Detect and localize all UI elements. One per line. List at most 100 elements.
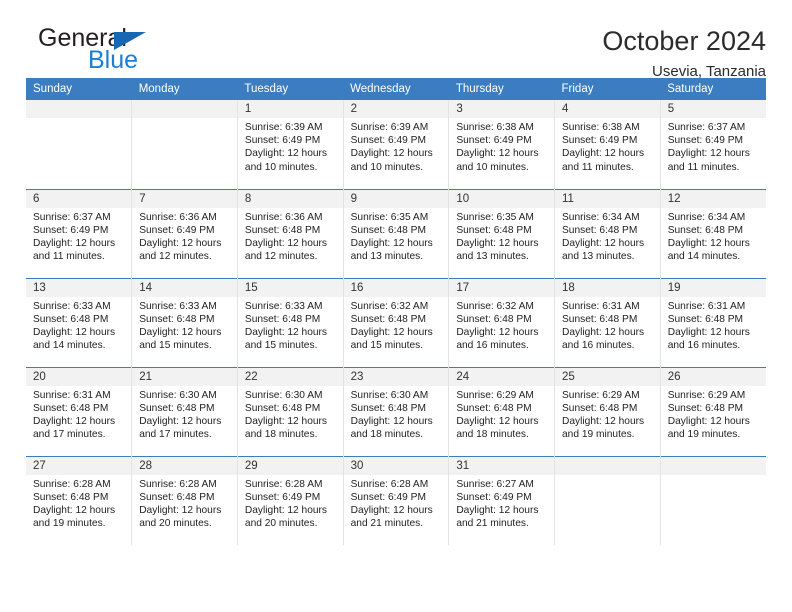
sunrise-sunset-calendar: Sunday Monday Tuesday Wednesday Thursday… bbox=[26, 78, 766, 545]
calendar-week-row: 13 Sunrise: 6:33 AM Sunset: 6:48 PM Dayligh… bbox=[26, 277, 766, 367]
day-number: 23 bbox=[343, 367, 449, 386]
sunrise-time: Sunrise: 6:37 AM bbox=[667, 122, 746, 133]
sunset-time: Sunset: 6:48 PM bbox=[667, 402, 744, 414]
calendar-day-cell[interactable]: 28 Sunrise: 6:28 AM Sunset: 6:48 PM Dayligh… bbox=[131, 455, 238, 545]
daylight-duration-line2: and 10 minutes. bbox=[456, 161, 529, 173]
day-details: Sunrise: 6:29 AM Sunset: 6:48 PM Daylight:… bbox=[449, 386, 554, 442]
calendar-day-cell[interactable]: 10 Sunrise: 6:35 AM Sunset: 6:48 PM Dayligh… bbox=[448, 188, 556, 278]
calendar-day-cell-empty bbox=[131, 100, 238, 189]
logo-text-blue: Blue bbox=[88, 46, 139, 74]
day-details: Sunrise: 6:28 AM Sunset: 6:49 PM Daylight:… bbox=[344, 475, 449, 531]
calendar-day-cell[interactable]: 17 Sunrise: 6:32 AM Sunset: 6:48 PM Dayligh… bbox=[448, 277, 556, 367]
calendar-day-cell[interactable]: 8 Sunrise: 6:36 AM Sunset: 6:48 PM Daylight… bbox=[237, 188, 344, 278]
daylight-duration-line2: and 18 minutes. bbox=[350, 429, 424, 441]
calendar-day-cell[interactable]: 31 Sunrise: 6:27 AM Sunset: 6:49 PM Dayligh… bbox=[448, 455, 556, 545]
sunset-time: Sunset: 6:48 PM bbox=[139, 313, 215, 325]
daylight-duration-line1: Daylight: 12 hours bbox=[667, 415, 750, 427]
sunset-time: Sunset: 6:48 PM bbox=[139, 402, 215, 414]
sunset-time: Sunset: 6:49 PM bbox=[33, 224, 109, 236]
calendar-day-cell[interactable]: 30 Sunrise: 6:28 AM Sunset: 6:49 PM Dayligh… bbox=[343, 455, 450, 545]
calendar-day-cell[interactable]: 6 Sunrise: 6:37 AM Sunset: 6:49 PM Daylight… bbox=[26, 188, 133, 278]
calendar-day-cell[interactable]: 21 Sunrise: 6:30 AM Sunset: 6:48 PM Dayligh… bbox=[131, 366, 238, 456]
day-details: Sunrise: 6:31 AM Sunset: 6:48 PM Daylight:… bbox=[26, 386, 131, 442]
sunrise-time: Sunrise: 6:33 AM bbox=[244, 300, 323, 312]
sunset-time: Sunset: 6:48 PM bbox=[562, 224, 638, 236]
sunrise-time: Sunrise: 6:31 AM bbox=[562, 300, 640, 312]
day-details: Sunrise: 6:30 AM Sunset: 6:48 PM Daylight:… bbox=[344, 386, 449, 442]
calendar-day-cell[interactable]: 23 Sunrise: 6:30 AM Sunset: 6:48 PM Dayligh… bbox=[343, 366, 450, 456]
calendar-day-cell[interactable]: 18 Sunrise: 6:31 AM Sunset: 6:48 PM Dayligh… bbox=[554, 277, 661, 367]
calendar-day-cell[interactable]: 22 Sunrise: 6:30 AM Sunset: 6:48 PM Dayligh… bbox=[237, 366, 344, 456]
sunset-time: Sunset: 6:48 PM bbox=[350, 402, 426, 414]
weekday-header-saturday: Saturday bbox=[660, 78, 766, 100]
page-subtitle: Usevia, Tanzania bbox=[652, 63, 766, 81]
calendar-day-cell[interactable]: 16 Sunrise: 6:32 AM Sunset: 6:48 PM Dayligh… bbox=[343, 277, 450, 367]
calendar-day-cell[interactable]: 7 Sunrise: 6:36 AM Sunset: 6:49 PM Daylight… bbox=[131, 188, 238, 278]
day-details: Sunrise: 6:31 AM Sunset: 6:48 PM Daylight:… bbox=[555, 297, 660, 353]
day-details: Sunrise: 6:29 AM Sunset: 6:48 PM Daylight:… bbox=[555, 386, 660, 442]
sunrise-time: Sunrise: 6:30 AM bbox=[350, 389, 429, 401]
sunrise-time: Sunrise: 6:35 AM bbox=[456, 211, 534, 223]
day-details: Sunrise: 6:36 AM Sunset: 6:48 PM Daylight:… bbox=[238, 208, 343, 264]
sunset-time: Sunset: 6:48 PM bbox=[667, 313, 744, 325]
generalblue-logo[interactable]: General Blue bbox=[26, 26, 206, 78]
day-details: Sunrise: 6:30 AM Sunset: 6:48 PM Daylight:… bbox=[132, 386, 237, 442]
calendar-day-cell[interactable]: 9 Sunrise: 6:35 AM Sunset: 6:48 PM Daylight… bbox=[343, 188, 450, 278]
sunset-time: Sunset: 6:49 PM bbox=[244, 135, 321, 147]
calendar-header-row: Sunday Monday Tuesday Wednesday Thursday… bbox=[26, 78, 766, 100]
day-number: 11 bbox=[555, 189, 660, 208]
calendar-day-cell[interactable]: 5 Sunrise: 6:37 AM Sunset: 6:49 PM Daylight… bbox=[660, 100, 766, 189]
calendar-day-cell-empty bbox=[660, 455, 766, 545]
day-number: 28 bbox=[132, 456, 237, 475]
calendar-day-cell[interactable]: 29 Sunrise: 6:28 AM Sunset: 6:49 PM Dayligh… bbox=[237, 455, 344, 545]
sunset-time: Sunset: 6:48 PM bbox=[33, 491, 109, 503]
day-details: Sunrise: 6:39 AM Sunset: 6:49 PM Daylight:… bbox=[344, 118, 449, 174]
day-number: 12 bbox=[660, 189, 766, 208]
day-details: Sunrise: 6:37 AM Sunset: 6:49 PM Daylight:… bbox=[26, 208, 131, 264]
daylight-duration-line2: and 19 minutes. bbox=[33, 518, 106, 530]
sunset-time: Sunset: 6:49 PM bbox=[456, 491, 532, 503]
sunrise-time: Sunrise: 6:36 AM bbox=[139, 211, 217, 223]
daylight-duration-line1: Daylight: 12 hours bbox=[139, 326, 222, 338]
calendar-day-cell[interactable]: 25 Sunrise: 6:29 AM Sunset: 6:48 PM Dayligh… bbox=[554, 366, 661, 456]
day-number: 17 bbox=[449, 278, 555, 297]
calendar-day-cell[interactable]: 26 Sunrise: 6:29 AM Sunset: 6:48 PM Dayligh… bbox=[660, 366, 766, 456]
calendar-day-cell[interactable]: 3 Sunrise: 6:38 AM Sunset: 6:49 PM Daylight… bbox=[448, 100, 556, 189]
calendar-day-cell[interactable]: 20 Sunrise: 6:31 AM Sunset: 6:48 PM Dayligh… bbox=[26, 366, 133, 456]
calendar-day-cell[interactable]: 27 Sunrise: 6:28 AM Sunset: 6:48 PM Dayligh… bbox=[26, 455, 133, 545]
sunset-time: Sunset: 6:49 PM bbox=[456, 135, 532, 147]
day-number: 2 bbox=[343, 100, 449, 118]
day-details: Sunrise: 6:38 AM Sunset: 6:49 PM Daylight:… bbox=[449, 118, 554, 174]
day-details: Sunrise: 6:38 AM Sunset: 6:49 PM Daylight:… bbox=[555, 118, 660, 174]
day-details: Sunrise: 6:28 AM Sunset: 6:48 PM Daylight:… bbox=[26, 475, 131, 531]
daylight-duration-line2: and 17 minutes. bbox=[33, 429, 106, 441]
sunrise-time: Sunrise: 6:32 AM bbox=[350, 300, 429, 312]
calendar-day-cell[interactable]: 1 Sunrise: 6:39 AM Sunset: 6:49 PM Daylight… bbox=[237, 100, 344, 189]
page-title: October 2024 bbox=[602, 26, 766, 56]
calendar-day-cell[interactable]: 15 Sunrise: 6:33 AM Sunset: 6:48 PM Dayligh… bbox=[237, 277, 344, 367]
sunrise-time: Sunrise: 6:31 AM bbox=[667, 300, 746, 312]
calendar-day-cell[interactable]: 2 Sunrise: 6:39 AM Sunset: 6:49 PM Daylight… bbox=[343, 100, 450, 189]
calendar-day-cell[interactable]: 12 Sunrise: 6:34 AM Sunset: 6:48 PM Dayligh… bbox=[660, 188, 766, 278]
calendar-day-cell[interactable]: 4 Sunrise: 6:38 AM Sunset: 6:49 PM Daylight… bbox=[554, 100, 661, 189]
day-number bbox=[132, 100, 237, 118]
calendar-day-cell[interactable]: 11 Sunrise: 6:34 AM Sunset: 6:48 PM Dayligh… bbox=[554, 188, 661, 278]
day-number bbox=[26, 100, 132, 118]
day-details: Sunrise: 6:39 AM Sunset: 6:49 PM Daylight:… bbox=[238, 118, 343, 174]
daylight-duration-line1: Daylight: 12 hours bbox=[244, 415, 328, 427]
day-number: 4 bbox=[555, 100, 660, 118]
day-number: 8 bbox=[237, 189, 343, 208]
sunrise-time: Sunrise: 6:28 AM bbox=[139, 478, 217, 490]
sunrise-time: Sunrise: 6:35 AM bbox=[350, 211, 429, 223]
calendar-day-cell[interactable]: 13 Sunrise: 6:33 AM Sunset: 6:48 PM Dayligh… bbox=[26, 277, 133, 367]
sunrise-time: Sunrise: 6:28 AM bbox=[33, 478, 111, 490]
sunset-time: Sunset: 6:49 PM bbox=[139, 224, 215, 236]
daylight-duration-line2: and 16 minutes. bbox=[456, 340, 529, 352]
sunset-time: Sunset: 6:48 PM bbox=[350, 224, 426, 236]
calendar-day-cell[interactable]: 24 Sunrise: 6:29 AM Sunset: 6:48 PM Dayligh… bbox=[448, 366, 556, 456]
day-number: 5 bbox=[660, 100, 766, 118]
calendar-day-cell[interactable]: 19 Sunrise: 6:31 AM Sunset: 6:48 PM Dayligh… bbox=[660, 277, 766, 367]
daylight-duration-line1: Daylight: 12 hours bbox=[350, 415, 433, 427]
calendar-day-cell[interactable]: 14 Sunrise: 6:33 AM Sunset: 6:48 PM Dayligh… bbox=[131, 277, 238, 367]
daylight-duration-line2: and 20 minutes. bbox=[139, 518, 212, 530]
